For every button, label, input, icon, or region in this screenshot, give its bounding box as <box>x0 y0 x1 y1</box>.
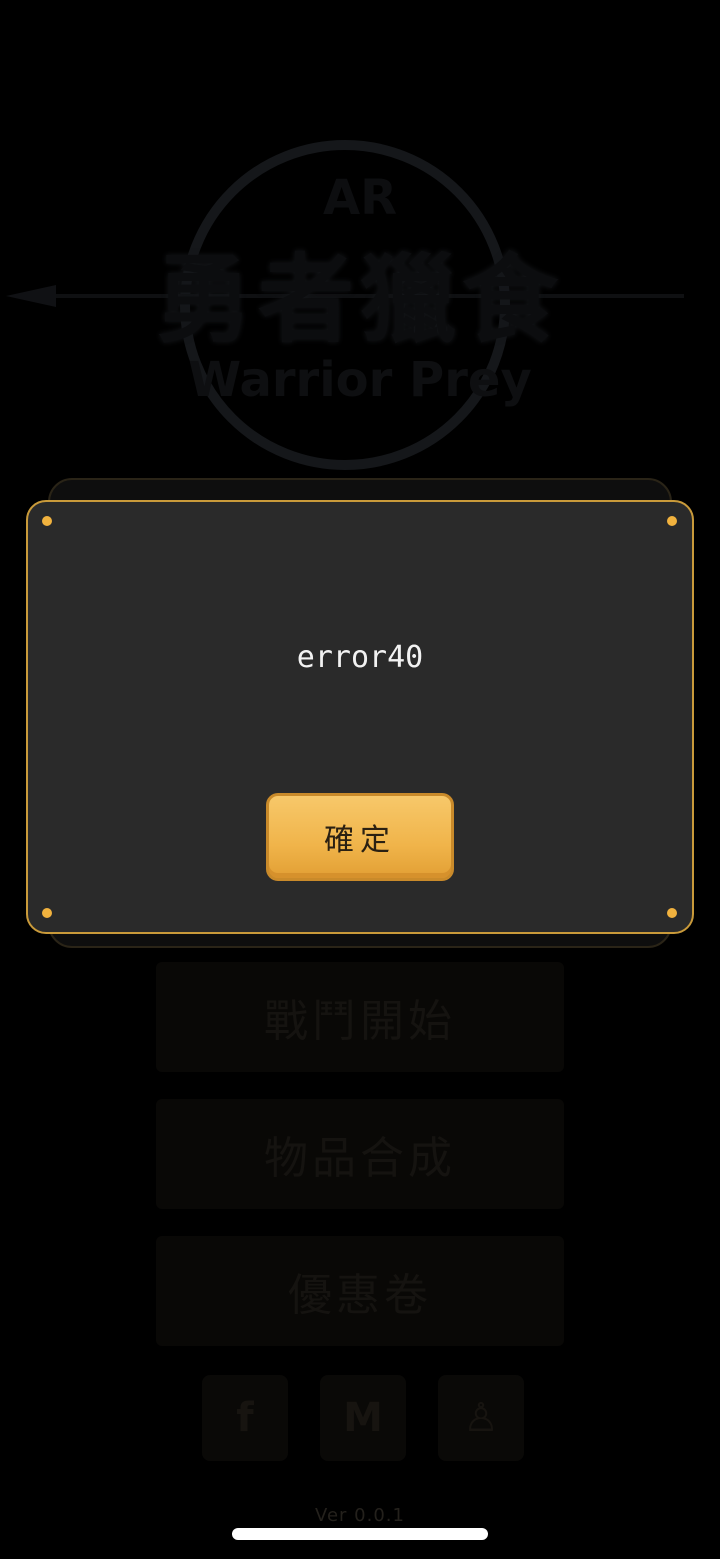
error-message: error40 <box>296 640 424 675</box>
profile-icon: ♙ <box>438 1375 524 1461</box>
item-craft-button: 物品合成 <box>156 1099 564 1209</box>
dialog-rivet-icon <box>667 516 677 526</box>
confirm-button[interactable]: 確定 <box>266 793 454 881</box>
facebook-icon: f <box>202 1375 288 1461</box>
dialog-rivet-icon <box>42 516 52 526</box>
dialog-rivet-icon <box>42 908 52 918</box>
mail-icon: M <box>320 1375 406 1461</box>
screen: AR 勇者獵食 Warrior Prey 戰鬥開始 物品合成 優惠卷 f M ♙… <box>0 0 720 1559</box>
home-indicator[interactable] <box>232 1528 488 1540</box>
logo-subtitle: Warrior Prey <box>188 352 532 408</box>
logo-ar-text: AR <box>322 170 398 226</box>
battle-start-button: 戰鬥開始 <box>156 962 564 1072</box>
logo-title: 勇者獵食 <box>156 244 564 356</box>
dialog-rivet-icon <box>667 908 677 918</box>
coupon-button: 優惠卷 <box>156 1236 564 1346</box>
game-logo: AR 勇者獵食 Warrior Prey <box>0 130 720 490</box>
version-label: Ver 0.0.1 <box>315 1505 405 1526</box>
